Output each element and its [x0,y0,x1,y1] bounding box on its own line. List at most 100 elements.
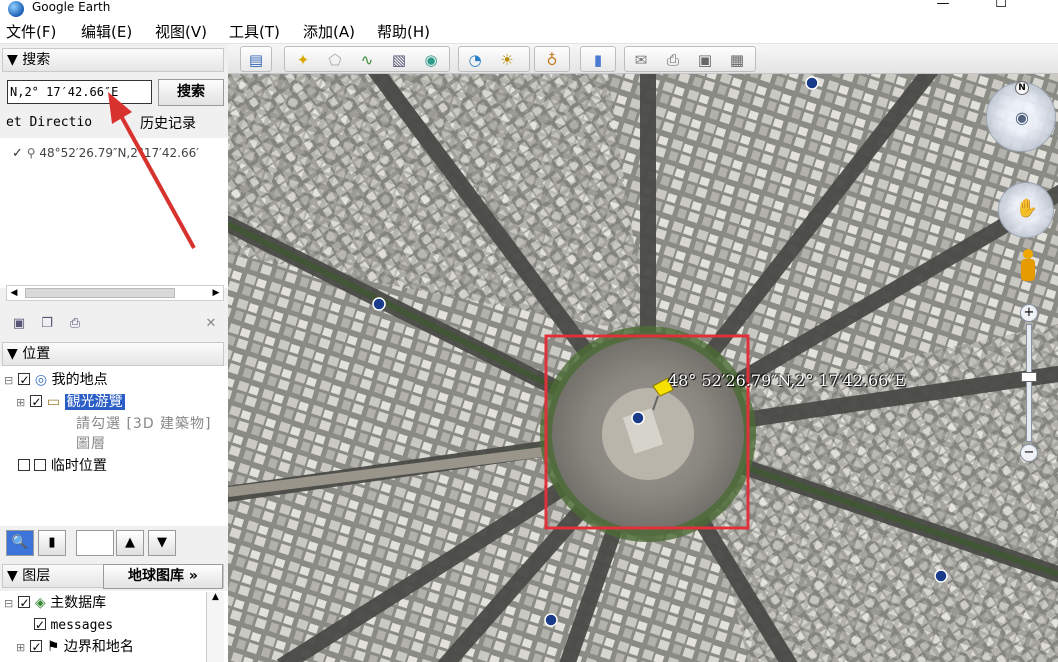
close-icon[interactable]: ✕ [202,316,220,332]
title-bar: Google Earth — ☐ [0,0,1058,20]
tree-item-sightseeing[interactable]: ⊞ ▭ 観光游覽 [16,392,125,413]
layers-panel-title: 图层 [22,568,51,584]
tree-label: 边界和地名 [63,639,134,655]
search-results: ✓ ⚲ 48°52′26.79″N,2°17′42.66′ [0,138,228,288]
tree-label: 临时位置 [50,458,107,474]
checkbox[interactable] [18,370,31,390]
move-joystick[interactable]: ✋ [998,182,1054,238]
menu-file[interactable]: 文件(F) [6,22,56,42]
move-down-icon[interactable]: ▼ [148,530,176,556]
menu-edit[interactable]: 编辑(E) [81,22,132,42]
zoom-in-icon[interactable]: + [1020,304,1038,322]
scroll-up-icon[interactable]: ▲ [207,592,224,602]
look-joystick[interactable]: N ◉ [986,81,1056,152]
search-button[interactable]: 搜索 [158,79,224,106]
search-icon[interactable]: 🔍 [6,530,34,556]
tree-label: 主数据库 [50,595,107,611]
folder-icon [34,459,47,471]
menu-bar: 文件(F) 编辑(E) 视图(V) 工具(T) 添加(A) 帮助(H) [0,20,1058,44]
tree-item-messages[interactable]: messages [34,615,113,636]
places-nav: 🔍 ▮ ▲ ▼ [0,528,228,558]
minimize-button[interactable]: — [920,0,966,18]
result-item[interactable]: ✓ ⚲ 48°52′26.79″N,2°17′42.66′ [12,146,226,161]
sightseeing-note: 請勾選 [3D 建築物] 圖層 [76,416,212,452]
map-view[interactable]: 48° 52′26.79″N,2° 17′42.66″E N ◉ ✋ + − [228,74,1058,662]
print-icon[interactable]: ⎙ [663,51,683,69]
zoom-slider[interactable]: + − [1020,304,1038,464]
tab-get-directions[interactable]: et Directio [6,115,92,130]
scroll-thumb[interactable] [25,288,175,298]
collapse-triangle-icon[interactable]: ▼ [7,568,18,584]
tree-item-borders[interactable]: ⊞ ⚑ 边界和地名 [16,637,134,658]
historical-imagery-icon[interactable]: ◔ [465,51,485,69]
main-toolbar: ▤ ✦ ⬠ ∿ ▧ ◉ ◔ ☀ ♁ ▮ ✉ ⎙ ▣ ▦ [228,44,1058,74]
places-panel-title: 位置 [22,346,51,362]
move-up-icon[interactable]: ▲ [116,530,144,556]
sidebar-button[interactable]: ▤ [240,46,272,72]
tree-label: messages [50,618,114,633]
collapse-triangle-icon[interactable]: ▼ [7,52,18,68]
street-view-pegman-icon[interactable] [1018,249,1038,289]
places-filter-input[interactable] [76,530,114,556]
zoom-thumb[interactable] [1021,372,1037,382]
window-title: Google Earth [32,0,111,14]
globe-icon: ◎ [34,372,48,388]
record-tour-icon[interactable]: ◉ [421,51,441,69]
search-panel-title: 搜索 [22,52,51,68]
ruler-button[interactable]: ▮ [580,46,616,72]
results-scrollbar[interactable]: ◀ ▶ [6,285,224,301]
menu-tools[interactable]: 工具(T) [229,22,280,42]
folder-icon[interactable]: ▣ [10,316,28,332]
expand-icon[interactable]: ⊞ [16,393,26,413]
scroll-right-icon[interactable]: ▶ [209,286,223,300]
expand-icon[interactable]: ⊞ [16,638,26,658]
sidebar: ▼ 搜索 N,2° 17′42.66″E 搜索 et Directio 历史记录… [0,44,228,662]
search-input[interactable]: N,2° 17′42.66″E [7,80,152,104]
maximize-button[interactable]: ☐ [978,0,1024,18]
collapse-triangle-icon[interactable]: ▼ [7,346,18,362]
print-icon[interactable]: ⎙ [66,316,84,332]
flag-icon: ⚑ [46,639,60,655]
tool-group-view: ◔ ☀ [458,46,530,72]
checkbox[interactable] [18,459,30,471]
tool-group-add: ✦ ⬠ ∿ ▧ ◉ [284,46,450,72]
tab-history[interactable]: 历史记录 [140,113,196,133]
search-panel-header[interactable]: ▼ 搜索 [2,48,224,72]
save-image-icon[interactable]: ▣ [695,51,715,69]
tree-item-primary-db[interactable]: ⊟ ◈ 主数据库 [4,593,106,614]
collapse-icon[interactable]: ⊟ [4,371,14,391]
checkbox[interactable] [34,615,46,635]
menu-view[interactable]: 视图(V) [155,22,207,42]
placemark-label[interactable]: 48° 52′26.79″N,2° 17′42.66″E [668,371,906,390]
scroll-left-icon[interactable]: ◀ [7,286,21,300]
zoom-out-icon[interactable]: − [1020,444,1038,462]
checkbox[interactable] [18,593,31,613]
earth-gallery-button[interactable]: 地球图库 » [103,564,223,589]
email-icon[interactable]: ✉ [631,51,651,69]
places-panel-header[interactable]: ▼ 位置 [2,342,224,366]
tree-label: 観光游覽 [64,394,125,410]
planet-button[interactable]: ♁ [534,46,570,72]
result-coordinates: 48°52′26.79″N,2°17′42.66′ [39,146,199,160]
search-tabs: et Directio 历史记录 [6,113,226,135]
layers-scrollbar[interactable]: ▲ [206,592,224,662]
copy-icon[interactable]: ❐ [38,316,56,332]
add-path-icon[interactable]: ∿ [357,51,377,69]
checkbox[interactable] [30,637,43,657]
checkbox[interactable] [30,392,43,412]
tree-item-temporary[interactable]: 临时位置 [18,456,107,476]
sidebar-toggle-icon[interactable]: ▮ [38,530,66,556]
view-in-maps-icon[interactable]: ▦ [727,51,747,69]
add-overlay-icon[interactable]: ▧ [389,51,409,69]
menu-add[interactable]: 添加(A) [303,22,355,42]
north-icon[interactable]: N [1015,81,1029,95]
add-placemark-icon[interactable]: ✦ [293,51,313,69]
add-polygon-icon[interactable]: ⬠ [325,51,345,69]
sunlight-icon[interactable]: ☀ [497,51,517,69]
zoom-track[interactable] [1026,324,1032,442]
panel-tools: ▣ ❐ ⎙ ✕ [6,314,224,336]
placemark-pin-icon: ⚲ [26,146,36,160]
collapse-icon[interactable]: ⊟ [4,594,14,614]
tree-item-my-places[interactable]: ⊟ ◎ 我的地点 [4,370,108,391]
menu-help[interactable]: 帮助(H) [377,22,430,42]
